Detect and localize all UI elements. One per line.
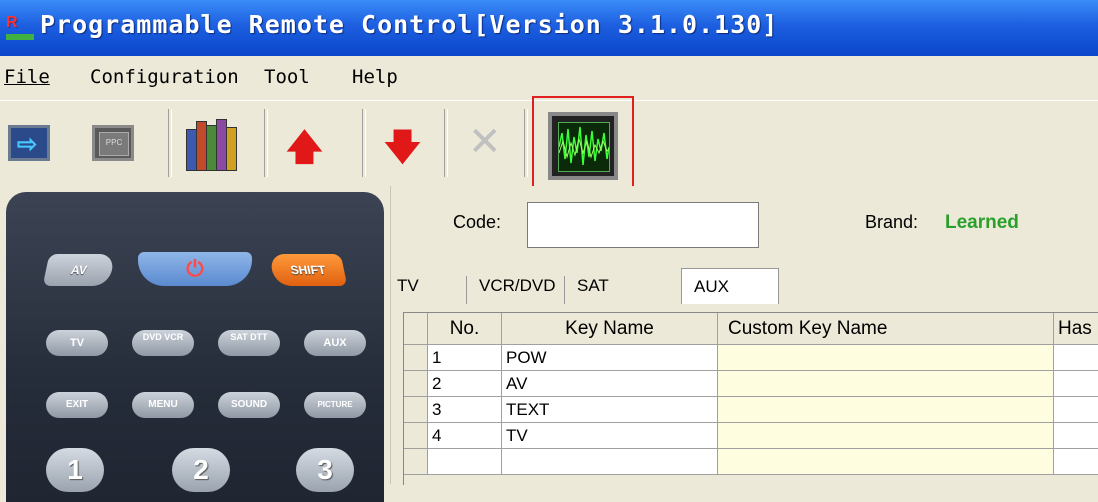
key-table: No. Key Name Custom Key Name Has 1 POW 2… bbox=[403, 312, 1098, 485]
cell-no[interactable]: 2 bbox=[428, 371, 502, 397]
cell-no[interactable]: 4 bbox=[428, 423, 502, 449]
remote-av-button[interactable]: AV bbox=[42, 254, 116, 286]
move-down-icon: 🡇 bbox=[384, 126, 422, 167]
menu-bar: File Configuration Tool Help bbox=[0, 56, 1098, 100]
tab-sat[interactable]: SAT bbox=[571, 276, 651, 304]
move-up-icon: 🡅 bbox=[286, 126, 324, 167]
row-selector[interactable] bbox=[404, 423, 428, 449]
cell-custom-key-name[interactable] bbox=[718, 449, 1054, 475]
waveform-learn-button[interactable] bbox=[548, 112, 618, 180]
cell-key-name[interactable]: TEXT bbox=[502, 397, 718, 423]
remote-aux-button[interactable]: AUX bbox=[304, 330, 366, 356]
column-header-no[interactable]: No. bbox=[428, 313, 502, 345]
cell-custom-key-name[interactable] bbox=[718, 423, 1054, 449]
cell-has[interactable] bbox=[1054, 371, 1098, 397]
row-header-corner bbox=[404, 313, 428, 345]
cell-no[interactable]: 3 bbox=[428, 397, 502, 423]
cell-has[interactable] bbox=[1054, 423, 1098, 449]
toolbar-separator bbox=[444, 109, 448, 177]
remote-number-1-button[interactable]: 1 bbox=[46, 448, 104, 492]
key-config-panel: Code: Brand: Learned TV VCR/DVD SAT AUX … bbox=[390, 186, 1098, 485]
cell-has[interactable] bbox=[1054, 397, 1098, 423]
cell-key-name[interactable]: POW bbox=[502, 345, 718, 371]
remote-sound-button[interactable]: SOUND bbox=[218, 392, 280, 418]
delete-icon: ✕ bbox=[468, 120, 502, 164]
window-title: Programmable Remote Control[Version 3.1.… bbox=[40, 10, 779, 39]
chip-button[interactable]: PPC bbox=[86, 113, 142, 171]
toolbar-separator bbox=[362, 109, 366, 177]
cell-custom-key-name[interactable] bbox=[718, 397, 1054, 423]
remote-tv-button[interactable]: TV bbox=[46, 330, 108, 356]
remote-image: AV ⏻ SHIFT TV DVD VCR SAT DTT AUX EXIT M… bbox=[0, 186, 388, 502]
library-books-icon bbox=[184, 115, 238, 171]
cell-no[interactable]: 1 bbox=[428, 345, 502, 371]
row-selector[interactable] bbox=[404, 397, 428, 423]
remote-shift-button[interactable]: SHIFT bbox=[268, 254, 348, 286]
cell-has[interactable] bbox=[1054, 345, 1098, 371]
waveform-learn-icon bbox=[558, 122, 610, 172]
cell-key-name[interactable]: TV bbox=[502, 423, 718, 449]
cell-key-name[interactable]: AV bbox=[502, 371, 718, 397]
remote-menu-button[interactable]: MENU bbox=[132, 392, 194, 418]
menu-configuration[interactable]: Configuration bbox=[90, 66, 239, 88]
remote-picture-button[interactable]: PICTURE bbox=[304, 392, 366, 418]
toolbar-separator bbox=[264, 109, 268, 177]
remote-sat-dtt-button[interactable]: SAT DTT bbox=[218, 330, 280, 356]
tab-tv[interactable]: TV bbox=[391, 276, 467, 304]
device-tabs: TV VCR/DVD SAT AUX bbox=[391, 268, 1098, 304]
delete-button[interactable]: ✕ bbox=[456, 113, 512, 171]
remote-power-button[interactable]: ⏻ bbox=[138, 252, 252, 286]
cell-has[interactable] bbox=[1054, 449, 1098, 475]
move-up-button[interactable]: 🡅 bbox=[276, 113, 332, 171]
menu-file[interactable]: File bbox=[4, 66, 50, 88]
remote-app-icon: R bbox=[6, 14, 36, 40]
code-input[interactable] bbox=[527, 202, 759, 248]
cell-custom-key-name[interactable] bbox=[718, 345, 1054, 371]
remote-dvd-vcr-button[interactable]: DVD VCR bbox=[132, 330, 194, 356]
column-header-custom-key-name[interactable]: Custom Key Name bbox=[718, 313, 1054, 345]
library-button[interactable] bbox=[182, 113, 238, 171]
row-selector[interactable] bbox=[404, 345, 428, 371]
remote-number-2-button[interactable]: 2 bbox=[172, 448, 230, 492]
toolbar-separator bbox=[168, 109, 172, 177]
tab-aux[interactable]: AUX bbox=[681, 268, 779, 304]
menu-help[interactable]: Help bbox=[352, 66, 398, 88]
cell-custom-key-name[interactable] bbox=[718, 371, 1054, 397]
title-bar: R Programmable Remote Control[Version 3.… bbox=[0, 0, 1098, 56]
cell-key-name[interactable] bbox=[502, 449, 718, 475]
cell-no[interactable] bbox=[428, 449, 502, 475]
tab-vcr-dvd[interactable]: VCR/DVD bbox=[473, 276, 565, 304]
send-to-remote-icon: ⇨ bbox=[8, 125, 50, 161]
remote-number-3-button[interactable]: 3 bbox=[296, 448, 354, 492]
remote-body: AV ⏻ SHIFT TV DVD VCR SAT DTT AUX EXIT M… bbox=[6, 192, 384, 502]
menu-tool[interactable]: Tool bbox=[264, 66, 310, 88]
brand-value: Learned bbox=[945, 212, 1019, 233]
row-selector[interactable] bbox=[404, 449, 428, 475]
chip-icon: PPC bbox=[92, 125, 134, 161]
send-to-remote-button[interactable]: ⇨ bbox=[2, 113, 58, 171]
move-down-button[interactable]: 🡇 bbox=[374, 113, 430, 171]
brand-label: Brand: bbox=[865, 212, 919, 232]
toolbar-separator bbox=[524, 109, 528, 177]
column-header-has[interactable]: Has bbox=[1054, 313, 1098, 345]
code-label: Code: bbox=[453, 212, 502, 232]
row-selector[interactable] bbox=[404, 371, 428, 397]
column-header-key-name[interactable]: Key Name bbox=[502, 313, 718, 345]
remote-exit-button[interactable]: EXIT bbox=[46, 392, 108, 418]
